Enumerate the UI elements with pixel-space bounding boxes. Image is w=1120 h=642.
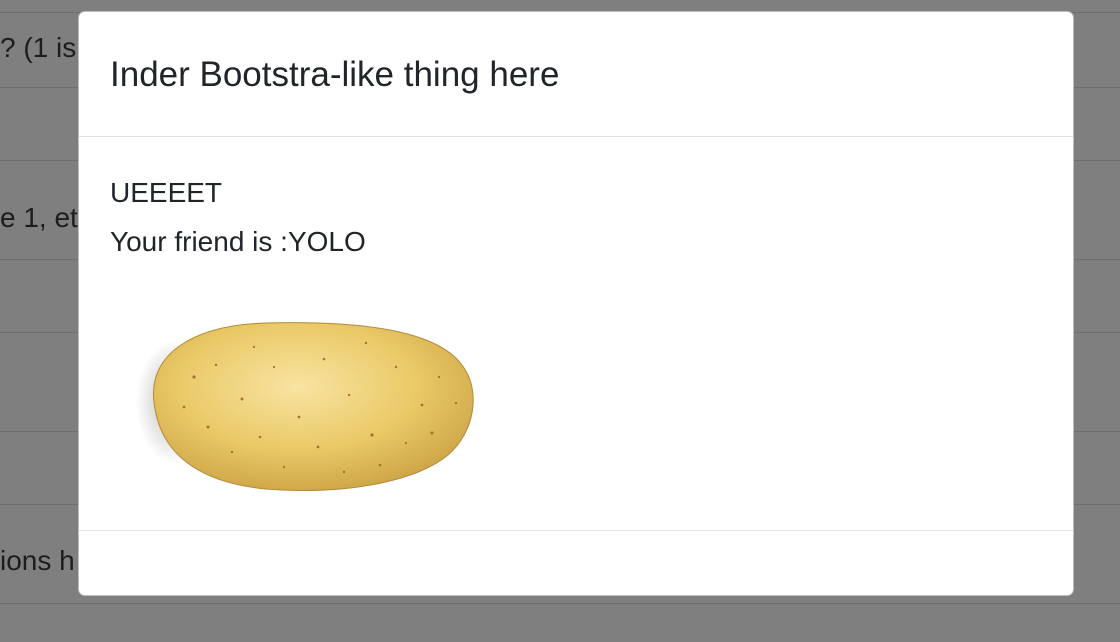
friend-text: Your friend is :YOLO xyxy=(110,226,366,257)
background-text: ions h xyxy=(0,545,75,576)
background-text: ? (1 is xyxy=(0,32,77,63)
modal-body: UEEEET Your friend is :YOLO xyxy=(79,137,1073,530)
modal-title: Inder Bootstra-like thing here xyxy=(110,55,560,94)
body-text-line: UEEEET xyxy=(110,177,223,208)
modal-header: Inder Bootstra-like thing here xyxy=(79,12,1073,137)
background-text: e 1, et xyxy=(0,202,78,233)
modal-footer xyxy=(79,530,1073,595)
potato-image xyxy=(136,322,474,491)
modal-dialog: Inder Bootstra-like thing here UEEEET Yo… xyxy=(78,11,1074,596)
background-row-divider xyxy=(0,603,1120,604)
